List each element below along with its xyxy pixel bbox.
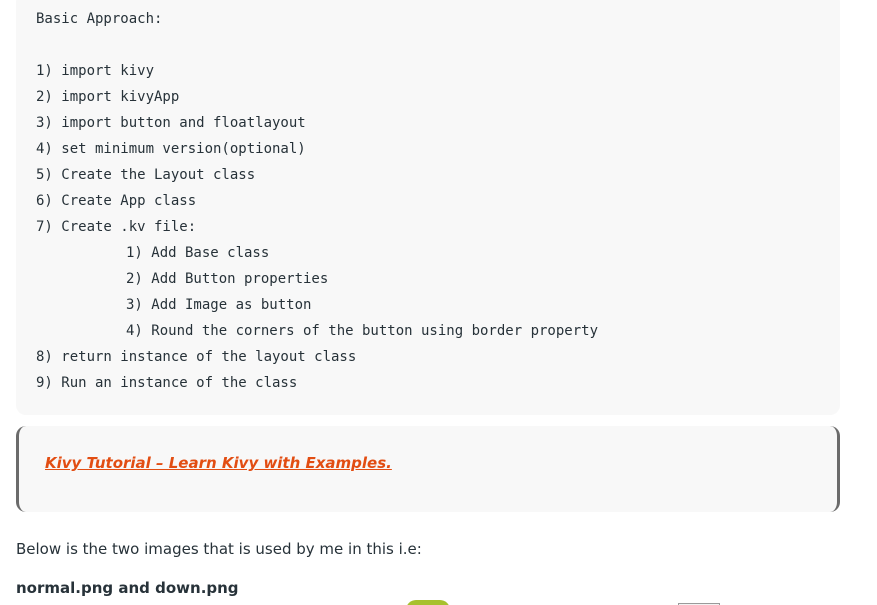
code-line-step-6: 6) Create App class <box>36 193 197 209</box>
code-line-step-5: 5) Create the Layout class <box>36 167 256 183</box>
code-line-heading: Basic Approach: <box>36 11 163 27</box>
related-article-callout: Kivy Tutorial – Learn Kivy with Examples… <box>16 426 840 512</box>
code-line-substep-1: 1) Add Base class <box>126 245 270 261</box>
kivy-tutorial-link[interactable]: Kivy Tutorial – Learn Kivy with Examples… <box>45 454 392 472</box>
description-paragraph: Below is the two images that is used by … <box>16 540 422 558</box>
code-line-step-7: 7) Create .kv file: <box>36 219 197 235</box>
code-line-step-3: 3) import button and floatlayout <box>36 115 306 131</box>
code-line-step-9: 9) Run an instance of the class <box>36 375 298 391</box>
files-label: normal.png and down.png <box>16 579 239 597</box>
code-line-step-2: 2) import kivyApp <box>36 89 180 105</box>
code-line-substep-3: 3) Add Image as button <box>126 297 312 313</box>
code-line-step-4: 4) set minimum version(optional) <box>36 141 306 157</box>
code-line-substep-2: 2) Add Button properties <box>126 271 329 287</box>
code-line-substep-4: 4) Round the corners of the button using… <box>126 323 599 339</box>
code-line-step-1: 1) import kivy <box>36 63 155 79</box>
normal-image-preview <box>406 600 450 605</box>
code-line-step-8: 8) return instance of the layout class <box>36 349 357 365</box>
